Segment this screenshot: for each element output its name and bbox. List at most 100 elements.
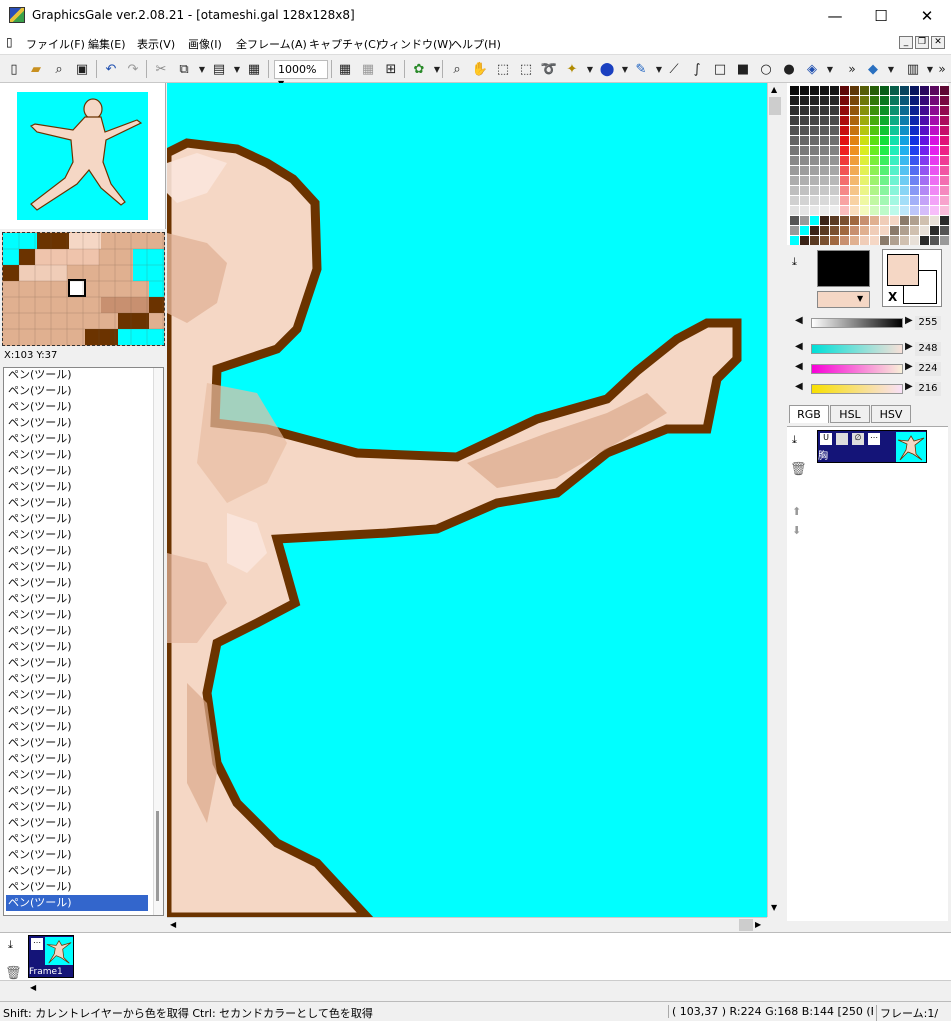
color-swap-box[interactable]: X (882, 249, 942, 307)
palette-swatch[interactable] (800, 226, 809, 235)
palette-swatch[interactable] (790, 156, 799, 165)
palette-swatch[interactable] (940, 166, 949, 175)
palette-swatch[interactable] (790, 86, 799, 95)
zoom-tool-icon[interactable]: ⌕ (448, 60, 466, 78)
palette-swatch[interactable] (800, 196, 809, 205)
palette-swatch[interactable] (790, 146, 799, 155)
tab-rgb[interactable]: RGB (789, 405, 829, 423)
palette-swatch[interactable] (940, 176, 949, 185)
palette-swatch[interactable] (940, 206, 949, 215)
palette-swatch[interactable] (830, 96, 839, 105)
history-scroll-thumb[interactable] (156, 811, 159, 901)
palette-swatch[interactable] (900, 106, 909, 115)
palette-swatch[interactable] (900, 216, 909, 225)
palette-swatch[interactable] (840, 156, 849, 165)
palette-swatch[interactable] (880, 166, 889, 175)
palette-swatch[interactable] (830, 206, 839, 215)
palette-swatch[interactable] (870, 146, 879, 155)
palette-swatch[interactable] (930, 156, 939, 165)
trash-icon[interactable]: 🗑 (790, 462, 807, 477)
palette-swatch[interactable] (790, 206, 799, 215)
history-item[interactable]: ペン(ツール) (6, 495, 148, 511)
palette-swatch[interactable] (830, 146, 839, 155)
palette-swatch[interactable] (810, 146, 819, 155)
magic-wand-icon[interactable]: ✦ (563, 60, 581, 78)
history-item[interactable]: ペン(ツール) (6, 735, 148, 751)
palette-swatch[interactable] (830, 226, 839, 235)
hand-tool-icon[interactable]: ✋ (471, 60, 489, 78)
palette-swatch[interactable] (820, 166, 829, 175)
palette-swatch[interactable] (880, 186, 889, 195)
palette-swatch[interactable] (870, 166, 879, 175)
palette-swatch[interactable] (920, 96, 929, 105)
palette-swatch[interactable] (930, 146, 939, 155)
palette-swatch[interactable] (810, 196, 819, 205)
palette-swatch[interactable] (890, 166, 899, 175)
palette-swatch[interactable] (840, 106, 849, 115)
palette-swatch[interactable] (840, 226, 849, 235)
palette-swatch[interactable] (910, 86, 919, 95)
history-item[interactable]: ペン(ツール) (6, 895, 148, 911)
palette-swatch[interactable] (860, 196, 869, 205)
pen-tool-icon[interactable]: ✎ (632, 60, 650, 78)
palette-swatch[interactable] (860, 156, 869, 165)
palette-swatch[interactable] (860, 86, 869, 95)
palette-swatch[interactable] (840, 236, 849, 245)
history-item[interactable]: ペン(ツール) (6, 687, 148, 703)
palette-swatch[interactable] (820, 96, 829, 105)
palette-swatch[interactable] (860, 126, 869, 135)
palette-swatch[interactable] (790, 116, 799, 125)
palette-swatch[interactable] (860, 106, 869, 115)
palette-swatch[interactable] (930, 186, 939, 195)
palette-swatch[interactable] (940, 216, 949, 225)
palette-swatch[interactable] (910, 186, 919, 195)
palette-swatch[interactable] (900, 206, 909, 215)
palette-swatch[interactable] (860, 206, 869, 215)
palette-swatch[interactable] (880, 96, 889, 105)
history-item[interactable]: ペン(ツール) (6, 463, 148, 479)
overflow-icon[interactable]: » (933, 60, 951, 78)
primary-color-swatch[interactable] (817, 250, 870, 287)
palette-swatch[interactable] (940, 116, 949, 125)
slider-right-icon[interactable]: ▶ (905, 341, 913, 352)
palette-swatch[interactable] (840, 186, 849, 195)
undo-icon[interactable]: ↶ (102, 60, 120, 78)
palette-swatch[interactable] (790, 196, 799, 205)
palette-swatch[interactable] (850, 106, 859, 115)
frame-scrollbar[interactable]: ◀ (0, 980, 951, 997)
grid-settings-icon[interactable]: ⊞ (382, 60, 400, 78)
document-icon[interactable]: ▯ (6, 35, 13, 49)
palette-swatch[interactable] (890, 86, 899, 95)
minimize-button[interactable]: — (812, 0, 858, 31)
history-item[interactable]: ペン(ツール) (6, 559, 148, 575)
palette-swatch[interactable] (890, 106, 899, 115)
menu-help[interactable]: ヘルプ(H) (451, 36, 501, 52)
palette-swatch[interactable] (820, 206, 829, 215)
scroll-right-icon[interactable]: ▶ (755, 920, 761, 929)
palette-swatch[interactable] (930, 86, 939, 95)
gray-slider[interactable]: ◀ ▶ 255 (795, 315, 945, 333)
slider-right-icon[interactable]: ▶ (905, 315, 913, 326)
palette-swatch[interactable] (800, 136, 809, 145)
palette-swatch[interactable] (810, 236, 819, 245)
palette-swatch[interactable] (940, 126, 949, 135)
palette-swatch[interactable] (800, 156, 809, 165)
canvas-vertical-scrollbar[interactable]: ▲ ▼ (767, 83, 783, 917)
palette-swatch[interactable] (940, 106, 949, 115)
palette-swatch[interactable] (850, 86, 859, 95)
palette-swatch[interactable] (910, 106, 919, 115)
palette-swatch[interactable] (900, 176, 909, 185)
blue-slider[interactable]: ◀ ▶ 216 (795, 381, 945, 399)
palette-swatch[interactable] (810, 116, 819, 125)
palette-swatch[interactable] (840, 126, 849, 135)
slider-left-icon[interactable]: ◀ (795, 315, 803, 326)
slider-right-icon[interactable]: ▶ (905, 361, 913, 372)
history-item[interactable]: ペン(ツール) (6, 431, 148, 447)
palette-swatch[interactable] (820, 116, 829, 125)
palette-swatch[interactable] (810, 166, 819, 175)
palette-swatch[interactable] (820, 226, 829, 235)
palette-swatch[interactable] (940, 196, 949, 205)
palette-swatch[interactable] (790, 226, 799, 235)
history-item[interactable]: ペン(ツール) (6, 607, 148, 623)
palette-swatch[interactable] (810, 156, 819, 165)
